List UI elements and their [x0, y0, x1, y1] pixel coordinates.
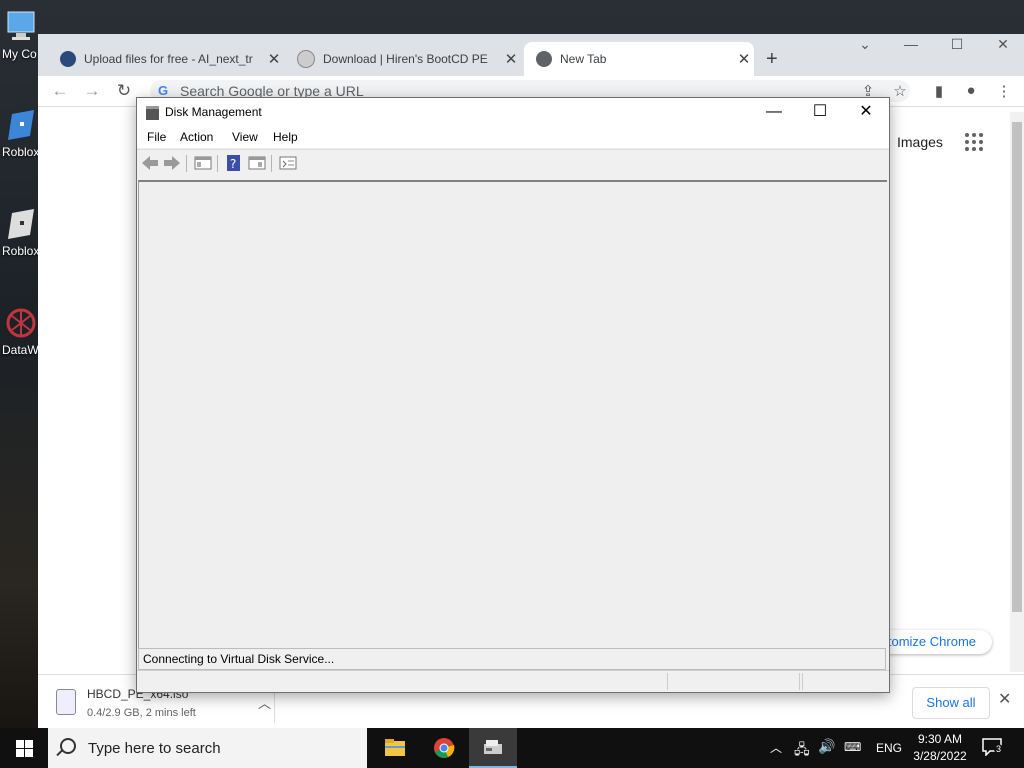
svg-text:?: ?	[230, 157, 236, 171]
more-menu-icon[interactable]: ⋮	[994, 82, 1014, 100]
tab-upload-files[interactable]: Upload files for free - AI_next_tr ✕	[48, 42, 284, 76]
google-icon: G	[158, 83, 169, 98]
network-icon[interactable]: 🖧	[794, 739, 810, 768]
status-text: Connecting to Virtual Disk Service...	[143, 652, 335, 666]
show-all-button[interactable]: Show all	[912, 687, 990, 719]
disk-management-icon	[484, 740, 502, 754]
maximize-button[interactable]: ☐	[797, 100, 843, 124]
taskbar-file-explorer[interactable]	[371, 728, 419, 768]
chrome-icon	[536, 51, 552, 67]
folder-icon	[385, 739, 405, 756]
disk-management-icon	[146, 106, 159, 120]
language-indicator[interactable]: ENG	[876, 741, 902, 768]
taskbar: Type here to search ︿ 🖧 🔊 ⌨ ENG 9:30 AM …	[0, 728, 1024, 768]
menu-bar: File Action View Help	[137, 126, 889, 148]
close-button[interactable]: ✕	[980, 36, 1024, 56]
desktop-icon-label: DataW	[2, 343, 39, 357]
toolbar-separator	[271, 155, 272, 172]
star-icon[interactable]: ☆	[890, 82, 910, 100]
back-arrow-icon[interactable]: ←	[49, 81, 71, 101]
clock-time: 9:30 AM	[917, 732, 963, 746]
volume-list-pane[interactable]	[138, 180, 887, 648]
toolbar-separator	[186, 155, 187, 172]
minimize-button[interactable]: —	[888, 36, 934, 56]
maximize-button[interactable]: ☐	[934, 36, 980, 56]
desktop-icon-roblox-1[interactable]: Roblox	[0, 108, 40, 159]
site-favicon-icon	[297, 50, 315, 68]
file-icon	[56, 689, 76, 715]
chrome-icon	[434, 738, 455, 758]
title-bar[interactable]: Disk Management — ☐ ✕	[137, 98, 889, 126]
search-placeholder: Type here to search	[88, 740, 221, 757]
desktop-icon-label: Roblox	[2, 244, 40, 258]
search-icon	[60, 738, 76, 754]
computer-icon	[7, 11, 35, 40]
tab-new-tab[interactable]: New Tab ✕	[524, 42, 754, 76]
disk-management-window: Disk Management — ☐ ✕ File Action View H…	[136, 97, 890, 693]
side-panel-icon[interactable]: ▮	[929, 82, 949, 100]
chevron-up-icon[interactable]: ︿	[258, 693, 271, 712]
clock-date: 3/28/2022	[913, 749, 967, 763]
close-button[interactable]: ✕	[843, 100, 889, 124]
close-tab-icon[interactable]: ✕	[501, 50, 521, 68]
clock[interactable]: 9:30 AM 3/28/2022	[905, 731, 975, 765]
properties-icon[interactable]	[279, 155, 297, 171]
volume-icon[interactable]: 🔊	[818, 738, 835, 768]
tab-title: Download | Hiren's BootCD PE	[323, 52, 488, 66]
download-status: 0.4/2.9 GB, 2 mins left	[87, 707, 196, 719]
forward-arrow-icon[interactable]	[163, 155, 181, 171]
images-link[interactable]: Images	[897, 134, 943, 150]
taskbar-disk-management[interactable]	[469, 728, 517, 768]
menu-help[interactable]: Help	[273, 130, 298, 144]
profile-icon[interactable]: ●	[961, 82, 981, 100]
desktop-icon-roblox-2[interactable]: Roblox	[0, 207, 40, 258]
forward-arrow-icon[interactable]: →	[81, 81, 103, 101]
keyboard-icon[interactable]: ⌨	[844, 740, 861, 768]
window-title: Disk Management	[165, 105, 262, 119]
scrollbar-thumb[interactable]	[1012, 122, 1022, 612]
close-tab-icon[interactable]: ✕	[264, 50, 284, 68]
show-hide-action-pane-icon[interactable]	[248, 155, 266, 171]
roblox-icon	[8, 110, 34, 140]
status-message-pane: Connecting to Virtual Disk Service...	[138, 648, 886, 670]
desktop-icon-label: My Co	[2, 47, 37, 61]
back-arrow-icon[interactable]	[141, 155, 159, 171]
close-tab-icon[interactable]: ✕	[734, 50, 754, 68]
new-tab-button[interactable]: +	[766, 42, 792, 76]
start-button[interactable]	[0, 728, 48, 768]
desktop-icon-datawrangler[interactable]: DataW	[0, 306, 40, 357]
apps-grid-icon[interactable]	[965, 133, 985, 153]
page-scrollbar[interactable]	[1010, 112, 1024, 672]
desktop-icon-label: Roblox	[2, 145, 40, 159]
toolbar: ?	[137, 149, 889, 178]
show-hidden-icons-chevron-up-icon[interactable]: ︿	[770, 739, 782, 768]
reload-icon[interactable]: ↻	[113, 81, 135, 101]
chevron-down-icon[interactable]: ⌄	[842, 36, 888, 56]
notification-center-button[interactable]: 3	[982, 738, 1004, 757]
close-download-bar-icon[interactable]: ✕	[998, 689, 1011, 709]
roblox-studio-icon	[8, 209, 34, 239]
notification-count-badge: 3	[994, 744, 1004, 754]
minimize-button[interactable]: —	[751, 100, 797, 124]
taskbar-search-box[interactable]: Type here to search	[48, 728, 367, 768]
datawrangler-icon	[6, 308, 36, 338]
taskbar-chrome[interactable]	[420, 728, 468, 768]
tab-download-hirens[interactable]: Download | Hiren's BootCD PE ✕	[285, 42, 521, 76]
show-hide-console-tree-icon[interactable]	[194, 155, 212, 171]
toolbar-separator	[217, 155, 218, 172]
menu-file[interactable]: File	[147, 130, 166, 144]
tab-title: Upload files for free - AI_next_tr	[84, 52, 253, 66]
tab-title: New Tab	[560, 52, 607, 66]
desktop-icon-my-computer[interactable]: My Co	[0, 10, 40, 61]
help-icon[interactable]: ?	[225, 155, 243, 171]
menu-view[interactable]: View	[232, 130, 258, 144]
status-bar	[137, 670, 889, 692]
site-favicon-icon	[60, 51, 76, 67]
menu-action[interactable]: Action	[180, 130, 213, 144]
